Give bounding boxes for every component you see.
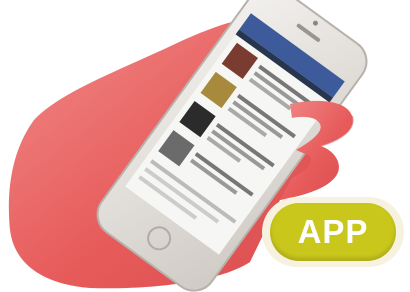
app-badge[interactable]: APP — [262, 197, 404, 267]
app-badge-label: APP — [297, 213, 369, 250]
app-badge-pill: APP — [270, 203, 396, 261]
